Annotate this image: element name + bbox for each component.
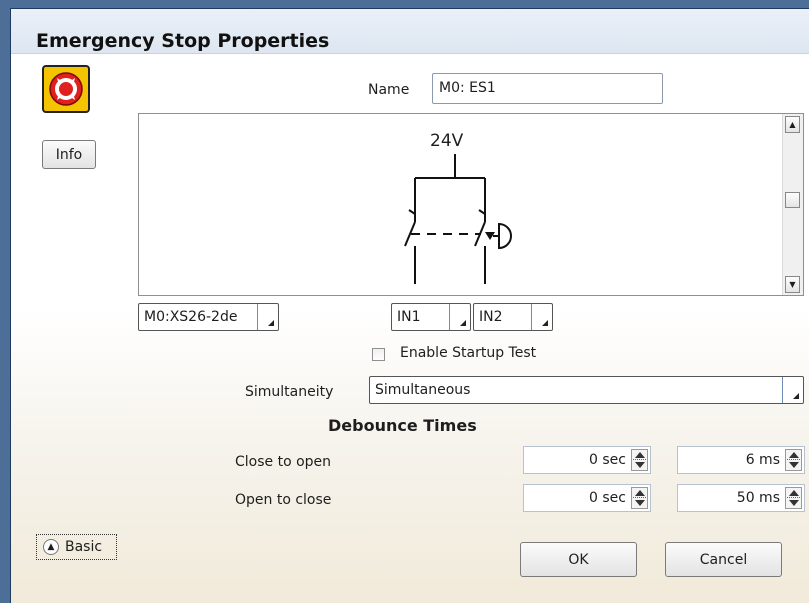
wiring-diagram-panel: 24V ▲ ▼ [138, 113, 804, 296]
input2-select[interactable]: IN2 [473, 303, 553, 331]
stepper-value: 0 sec [589, 490, 626, 506]
emergency-stop-icon [42, 65, 90, 113]
chevron-up-icon: ▲ [43, 539, 59, 555]
chevron-down-icon [531, 304, 552, 330]
chevron-down-icon [257, 304, 278, 330]
debounce-row-label: Close to open [235, 454, 332, 470]
spin-arrows-icon[interactable] [785, 449, 802, 471]
scroll-thumb[interactable] [785, 192, 800, 208]
name-input[interactable]: M0: ES1 [432, 73, 663, 104]
emergency-stop-properties-dialog: Emergency Stop Properties Info Name M0: … [10, 8, 809, 603]
chevron-down-icon [782, 377, 803, 403]
input1-select-value: IN1 [397, 309, 421, 325]
module-select[interactable]: M0:XS26-2de [138, 303, 279, 331]
basic-toggle-label: Basic [65, 539, 103, 555]
basic-toggle-button[interactable]: ▲ Basic [36, 534, 117, 560]
spin-arrows-icon[interactable] [631, 449, 648, 471]
simultaneity-select[interactable]: Simultaneous [369, 376, 804, 404]
open-to-close-ms-stepper[interactable]: 50 ms [677, 484, 805, 512]
stepper-value: 50 ms [736, 490, 780, 506]
spin-arrows-icon[interactable] [631, 487, 648, 509]
voltage-label: 24V [430, 131, 464, 151]
ok-button[interactable]: OK [520, 542, 637, 577]
info-button[interactable]: Info [42, 140, 96, 169]
scroll-down-button[interactable]: ▼ [785, 276, 800, 293]
close-to-open-sec-stepper[interactable]: 0 sec [523, 446, 651, 474]
enable-startup-test-checkbox[interactable] [372, 348, 385, 361]
chevron-down-icon [449, 304, 470, 330]
simultaneity-label: Simultaneity [245, 384, 334, 400]
title-bar: Emergency Stop Properties [11, 9, 809, 54]
stepper-value: 6 ms [745, 452, 780, 468]
stepper-value: 0 sec [589, 452, 626, 468]
debounce-times-heading: Debounce Times [328, 416, 477, 435]
spin-arrows-icon[interactable] [785, 487, 802, 509]
diagram-scrollbar[interactable]: ▲ ▼ [782, 114, 803, 295]
debounce-row-label: Open to close [235, 492, 332, 508]
input1-select[interactable]: IN1 [391, 303, 471, 331]
scroll-up-button[interactable]: ▲ [785, 116, 800, 133]
cancel-button[interactable]: Cancel [665, 542, 782, 577]
enable-startup-test-label: Enable Startup Test [400, 345, 537, 361]
estop-circuit-diagram [404, 154, 512, 284]
simultaneity-select-value: Simultaneous [375, 382, 471, 398]
module-select-value: M0:XS26-2de [144, 309, 238, 325]
open-to-close-sec-stepper[interactable]: 0 sec [523, 484, 651, 512]
close-to-open-ms-stepper[interactable]: 6 ms [677, 446, 805, 474]
dialog-title: Emergency Stop Properties [36, 30, 330, 52]
input2-select-value: IN2 [479, 309, 503, 325]
name-label: Name [368, 82, 410, 98]
